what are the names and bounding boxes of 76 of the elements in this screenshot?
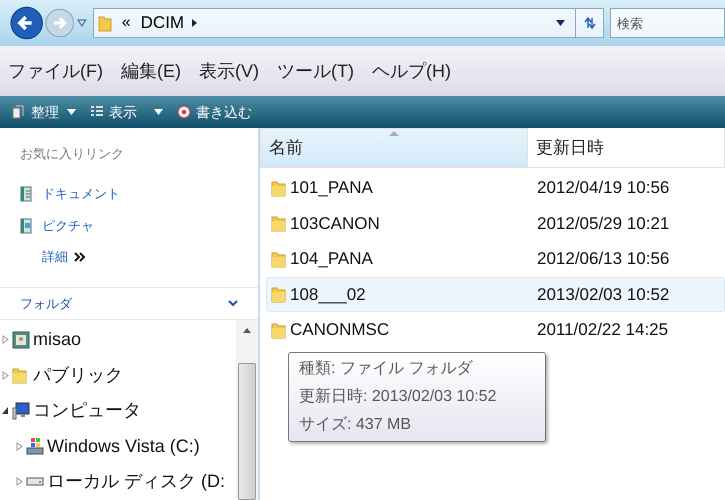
toolbar-button[interactable]: 整理 [12, 102, 76, 122]
column-header[interactable]: 名前 [260, 128, 528, 167]
table-cell-text: 2012/05/29 10:21 [536, 212, 670, 234]
toolbar-button[interactable]: 表示 [90, 102, 163, 122]
folder-icon [98, 14, 112, 32]
dropdown-icon [154, 109, 163, 115]
dropdown-icon[interactable] [556, 20, 565, 26]
folder-icon [271, 285, 286, 304]
favorite-link[interactable]: ドキュメント [42, 184, 120, 204]
menu-item[interactable]: 編集(E) [120, 58, 181, 84]
section-heading: フォルダ [20, 294, 72, 313]
file-name[interactable]: 101_PANA [290, 175, 373, 200]
toolbar-button[interactable]: 書き込む [177, 102, 252, 122]
tree-item[interactable]: パブリック [33, 362, 123, 389]
folder-icon [271, 250, 286, 268]
double-chevron-icon[interactable] [74, 252, 86, 262]
file-name[interactable]: CANONMSC [290, 317, 390, 342]
tree-item[interactable]: misao [33, 326, 82, 354]
collapsed-icon[interactable] [2, 335, 9, 344]
section-heading: お気に入りリンク [20, 145, 125, 163]
file-row[interactable]: CANONMSC 2011/02/22 14:25 [266, 312, 725, 348]
table-cell-text: 2012/04/19 10:56 [536, 177, 670, 199]
tree-item[interactable]: コンピュータ [33, 397, 141, 424]
drive-icon [26, 477, 44, 486]
scrollbar[interactable] [236, 320, 258, 500]
tree-item[interactable]: ローカル ディスク (D: [47, 468, 225, 496]
computer-icon [12, 402, 30, 420]
collapsed-icon[interactable] [16, 477, 23, 486]
scrollbar-thumb[interactable] [238, 363, 256, 500]
menu-item[interactable]: 表示(V) [198, 58, 259, 84]
file-row[interactable]: 101_PANA 2012/04/19 10:56 [266, 170, 725, 206]
table-cell-text: 2011/02/22 14:25 [536, 319, 668, 341]
address-field[interactable]: « DCIM [92, 8, 604, 38]
scroll-up-icon[interactable] [243, 328, 251, 333]
folder-icon [271, 214, 286, 232]
menu-item[interactable]: ファイル(F) [8, 58, 103, 84]
menu-item[interactable]: ヘルプ(H) [372, 58, 451, 84]
drive-icon [26, 437, 44, 456]
search-field[interactable]: 検索 [610, 8, 725, 38]
favorite-link[interactable]: ピクチャ [42, 216, 94, 236]
list-view-icon [90, 105, 104, 119]
file-name[interactable]: 103CANON [290, 210, 380, 236]
chevron-down-icon[interactable] [228, 300, 238, 307]
tooltip-text: 更新日時: 2013/02/03 10:52 [299, 386, 498, 407]
column-header[interactable]: 更新日時 [528, 128, 725, 167]
menu-item[interactable]: ツール(T) [276, 58, 354, 84]
folders-header[interactable]: フォルダ [0, 288, 258, 320]
refresh-icon [582, 16, 596, 30]
file-row[interactable]: 104_PANA 2012/06/13 10:56 [266, 241, 725, 276]
table-cell-text: 2013/02/03 10:52 [536, 284, 670, 306]
file-name[interactable]: 104_PANA [290, 246, 373, 272]
tooltip-text: サイズ: 437 MB [299, 415, 412, 435]
back-icon[interactable] [10, 6, 44, 40]
collapsed-icon[interactable] [16, 442, 23, 451]
dropdown-icon[interactable] [76, 19, 87, 27]
collapsed-icon[interactable] [2, 370, 9, 380]
tree-item[interactable]: Windows Vista (C:) [47, 432, 200, 460]
disc-icon [177, 105, 191, 119]
file-name[interactable]: 108___02 [290, 282, 366, 307]
expanded-icon[interactable] [2, 406, 9, 416]
breadcrumb-overflow[interactable]: « [122, 11, 131, 35]
breadcrumb-item[interactable]: DCIM [140, 10, 184, 36]
sort-arrow-icon [389, 131, 399, 136]
dropdown-icon [67, 109, 76, 115]
folder-icon [271, 320, 286, 339]
file-row[interactable]: 103CANON 2012/05/29 10:21 [266, 206, 725, 241]
file-row[interactable]: 108___02 2013/02/03 10:52 [266, 276, 725, 312]
details-link[interactable]: 詳細 [42, 247, 68, 267]
folder-icon [271, 178, 286, 197]
chevron-icon[interactable] [192, 18, 198, 28]
picture-icon [20, 218, 32, 234]
tooltip-text: 種類: ファイル フォルダ [299, 359, 474, 379]
pages-icon [12, 105, 26, 119]
user-folder-icon [12, 330, 30, 349]
table-cell-text: 2012/06/13 10:56 [536, 248, 670, 270]
document-icon [20, 186, 32, 202]
